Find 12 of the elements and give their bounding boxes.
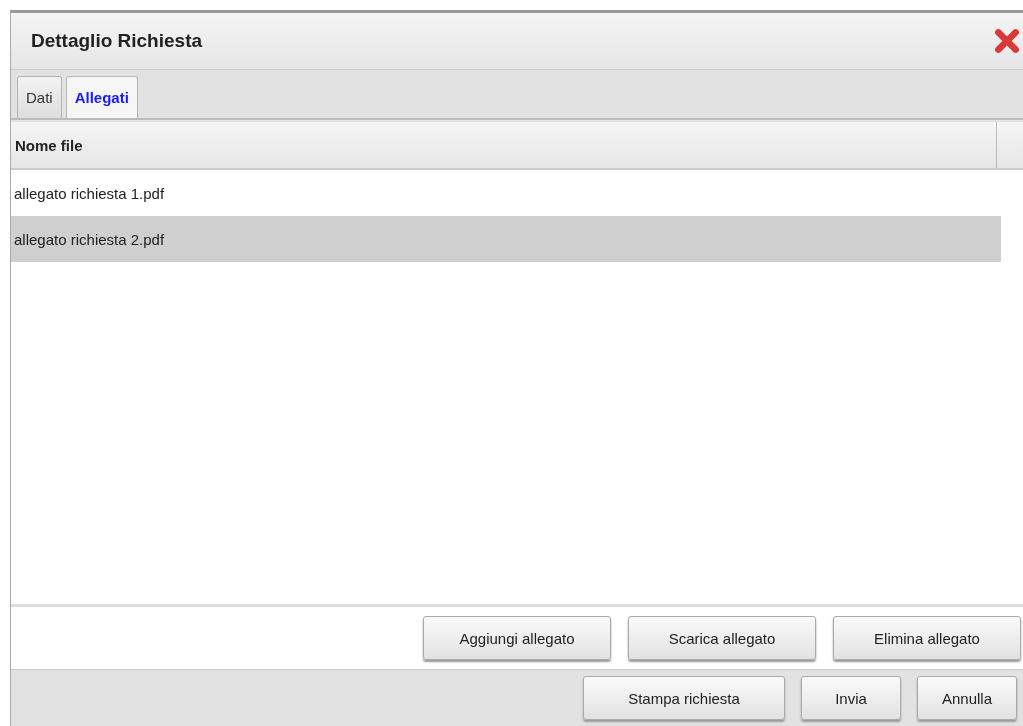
attachment-button[interactable]: Elimina allegato (833, 616, 1021, 660)
tab[interactable]: Allegati (65, 76, 138, 118)
tab[interactable]: Dati (17, 76, 62, 118)
footer-button[interactable]: Invia (801, 676, 901, 720)
table-row[interactable]: allegato richiesta 2.pdf (11, 216, 1001, 262)
footer-button[interactable]: Annulla (917, 676, 1017, 720)
close-icon[interactable] (994, 28, 1020, 54)
attachment-button[interactable]: Aggiungi allegato (423, 616, 611, 660)
table-row[interactable]: allegato richiesta 1.pdf (11, 170, 1001, 216)
window-title: Dettaglio Richiesta (31, 30, 203, 52)
footer-button[interactable]: Stampa richiesta (583, 676, 785, 720)
attachment-button[interactable]: Scarica allegato (628, 616, 816, 660)
